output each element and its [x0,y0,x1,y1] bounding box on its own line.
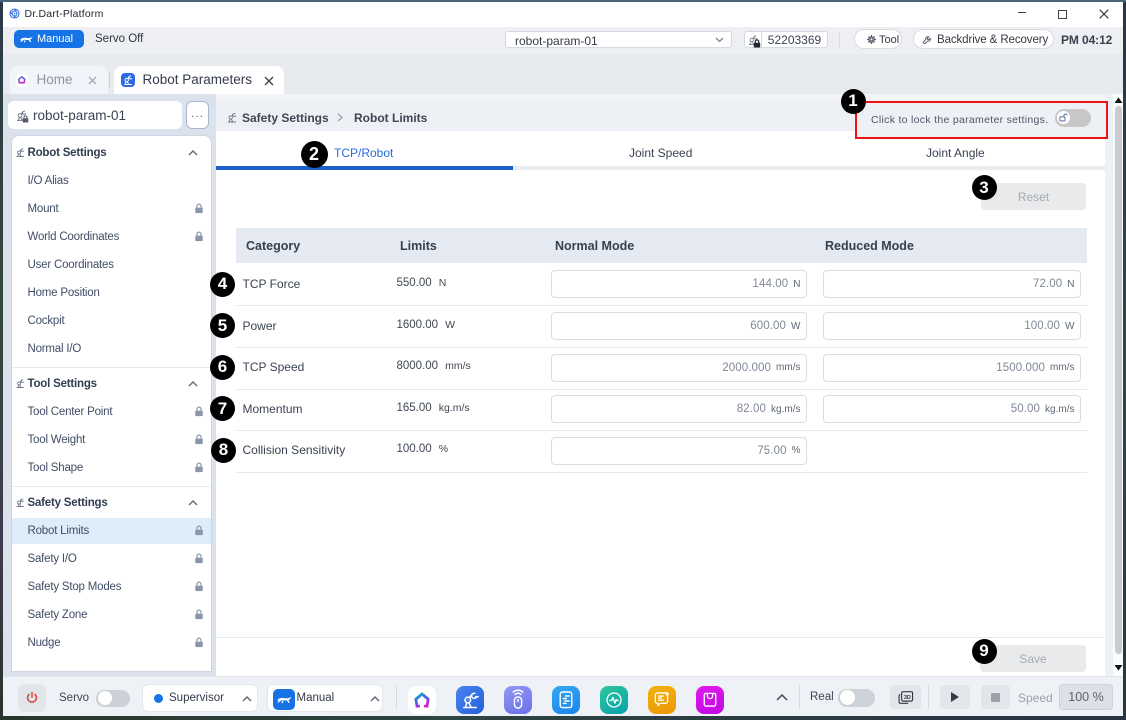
svg-text:3D: 3D [903,694,910,700]
